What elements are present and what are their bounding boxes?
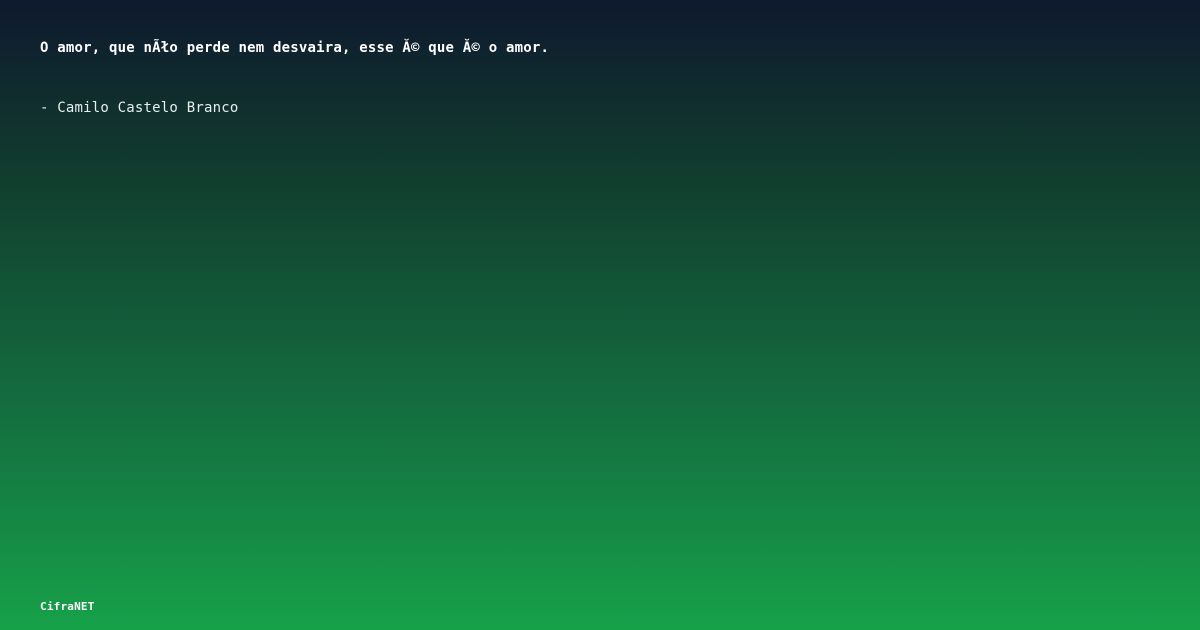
quote-card: { "quote": { "text": "O amor, que nÃło p… bbox=[0, 0, 1200, 630]
brand-logo-text: CifraNET bbox=[40, 600, 95, 613]
quote-text: O amor, que nÃło perde nem desvaira, ess… bbox=[40, 40, 550, 56]
quote-author: - Camilo Castelo Branco bbox=[40, 100, 239, 116]
